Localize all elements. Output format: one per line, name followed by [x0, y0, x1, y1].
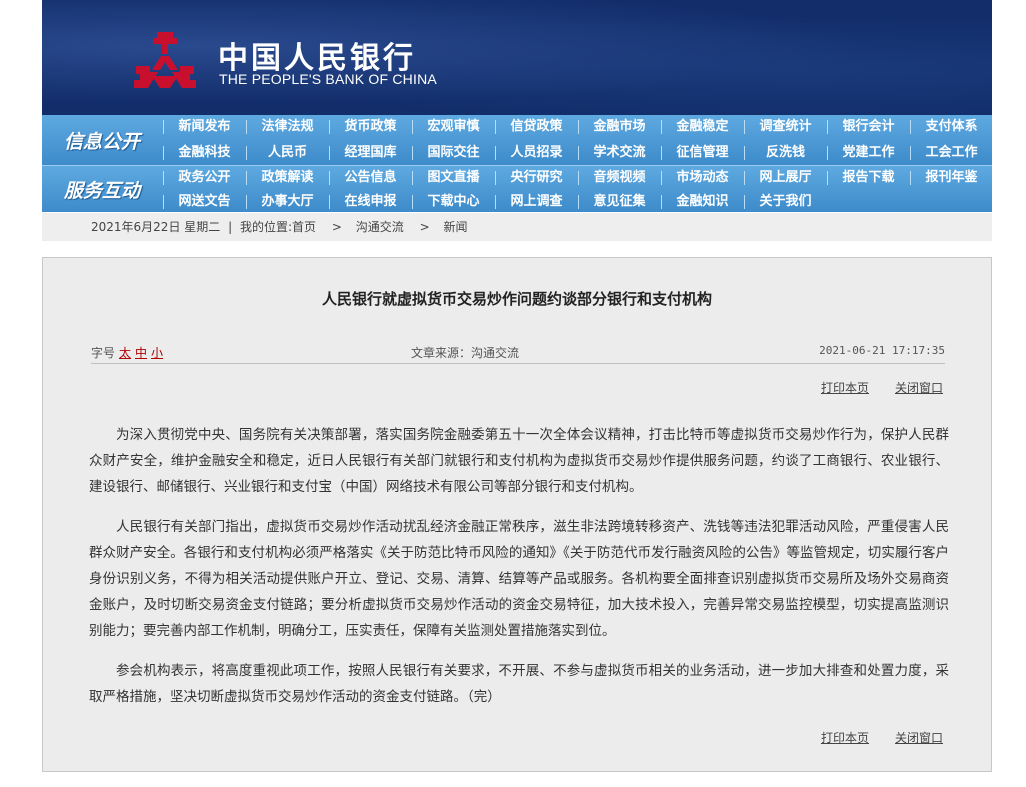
nav-item[interactable]: 支付体系 [910, 115, 993, 139]
nav-item[interactable]: 报告下载 [827, 166, 910, 190]
nav-item[interactable]: 在线申报 [329, 190, 412, 214]
nav-item[interactable]: 货币政策 [329, 115, 412, 139]
font-large-button[interactable]: 太 [119, 346, 131, 360]
breadcrumb-level1-link[interactable]: 沟通交流 [356, 220, 404, 234]
nav-item[interactable]: 调查统计 [744, 115, 827, 139]
nav-item[interactable]: 网上调查 [495, 190, 578, 214]
nav-item[interactable]: 公告信息 [329, 166, 412, 190]
article-paragraph: 参会机构表示，将高度重视此项工作，按照人民银行有关要求，不开展、不参与虚拟货币相… [89, 663, 949, 705]
font-size-label: 字号 [91, 346, 116, 360]
breadcrumb-level2-link[interactable]: 新闻 [443, 220, 467, 234]
nav-item[interactable]: 金融知识 [661, 190, 744, 214]
breadcrumb-home-link[interactable]: 首页 [292, 220, 316, 234]
nav-item[interactable]: 银行会计 [827, 115, 910, 139]
article-meta: 字号太中小 文章来源：沟通交流 2021-06-21 17:17:35 [91, 344, 945, 364]
nav-item[interactable]: 人民币 [246, 141, 329, 165]
location-label: 我的位置: [239, 220, 293, 234]
chevron-right-icon: > [419, 220, 430, 234]
nav-item[interactable]: 市场动态 [661, 166, 744, 190]
nav-item[interactable]: 人员招录 [495, 141, 578, 165]
article-date: 2021-06-21 17:17:35 [819, 344, 945, 357]
pboc-logo-icon [134, 32, 196, 88]
nav-item[interactable]: 反洗钱 [744, 141, 827, 165]
nav-item[interactable]: 图文直播 [412, 166, 495, 190]
close-window-link[interactable]: 关闭窗口 [895, 381, 943, 395]
article-actions-top: 打印本页 关闭窗口 [795, 379, 943, 396]
print-page-link[interactable]: 打印本页 [821, 381, 869, 395]
article-title: 人民银行就虚拟货币交易炒作问题约谈部分银行和支付机构 [321, 290, 712, 308]
article-container: 人民银行就虚拟货币交易炒作问题约谈部分银行和支付机构 字号太中小 文章来源：沟通… [42, 257, 992, 772]
nav-group-label: 信息公开 [63, 130, 140, 153]
nav-item[interactable]: 学术交流 [578, 141, 661, 165]
font-small-button[interactable]: 小 [151, 346, 163, 360]
nav-item[interactable]: 经理国库 [329, 141, 412, 165]
nav-item[interactable]: 意见征集 [578, 190, 661, 214]
nav-group-service: 服务互动 政务公开 政策解读 公告信息 图文直播 央行研究 音频视频 市场动态 网上展厅 报告下… [42, 165, 992, 212]
nav-item[interactable]: 报刊年鉴 [910, 166, 993, 190]
nav-item[interactable]: 政策解读 [246, 166, 329, 190]
nav-group-information: 信息公开 新闻发布 法律法规 货币政策 宏观审慎 信贷政策 金融市场 金融稳定 调查统计 银行会… [42, 115, 992, 165]
header-banner: 中国人民银行 THE PEOPLE'S BANK OF CHINA [42, 0, 992, 115]
nav-item[interactable]: 金融稳定 [661, 115, 744, 139]
nav-item[interactable]: 下载中心 [412, 190, 495, 214]
article-body: 为深入贯彻党中央、国务院有关决策部署，落实国务院金融委第五十一次全体会议精神，打… [89, 422, 949, 724]
nav-item[interactable]: 音频视频 [578, 166, 661, 190]
article-paragraph: 人民银行有关部门指出，虚拟货币交易炒作活动扰乱经济金融正常秩序，滋生非法跨境转移… [89, 519, 949, 639]
main-navigation: 信息公开 新闻发布 法律法规 货币政策 宏观审慎 信贷政策 金融市场 金融稳定 调查统计 银行会… [42, 115, 992, 212]
nav-items: 新闻发布 法律法规 货币政策 宏观审慎 信贷政策 金融市场 金融稳定 调查统计 银行会计 支付体系… [163, 115, 992, 165]
separator: | [228, 220, 233, 234]
font-size-controls: 字号太中小 [91, 344, 163, 361]
article-source: 文章来源：沟通交流 [411, 346, 520, 360]
nav-items: 政务公开 政策解读 公告信息 图文直播 央行研究 音频视频 市场动态 网上展厅 报告下载 报刊年鉴… [163, 166, 992, 212]
article-actions-bottom: 打印本页 关闭窗口 [795, 729, 943, 746]
nav-item[interactable]: 网上展厅 [744, 166, 827, 190]
nav-item[interactable]: 网送文告 [163, 190, 246, 214]
article-paragraph: 为深入贯彻党中央、国务院有关决策部署，落实国务院金融委第五十一次全体会议精神，打… [89, 427, 949, 495]
close-window-link[interactable]: 关闭窗口 [895, 731, 943, 745]
nav-item[interactable]: 央行研究 [495, 166, 578, 190]
nav-group-label: 服务互动 [63, 179, 140, 202]
nav-item[interactable]: 宏观审慎 [412, 115, 495, 139]
logo-english-text: THE PEOPLE'S BANK OF CHINA [219, 71, 437, 87]
nav-item[interactable]: 新闻发布 [163, 115, 246, 139]
print-page-link[interactable]: 打印本页 [821, 731, 869, 745]
current-date: 2021年6月22日 星期二 [91, 220, 221, 234]
nav-item[interactable]: 金融市场 [578, 115, 661, 139]
nav-item[interactable]: 国际交往 [412, 141, 495, 165]
nav-item[interactable]: 信贷政策 [495, 115, 578, 139]
breadcrumb: 2021年6月22日 星期二 | 我的位置:首页 > 沟通交流 > 新闻 [42, 213, 992, 241]
nav-item[interactable]: 党建工作 [827, 141, 910, 165]
nav-item[interactable]: 征信管理 [661, 141, 744, 165]
nav-item[interactable]: 关于我们 [744, 190, 827, 214]
nav-item[interactable]: 办事大厅 [246, 190, 329, 214]
nav-item[interactable]: 工会工作 [910, 141, 993, 165]
chevron-right-icon: > [331, 220, 342, 234]
nav-item[interactable]: 法律法规 [246, 115, 329, 139]
font-medium-button[interactable]: 中 [135, 346, 147, 360]
nav-item[interactable]: 金融科技 [163, 141, 246, 165]
nav-item[interactable]: 政务公开 [163, 166, 246, 190]
